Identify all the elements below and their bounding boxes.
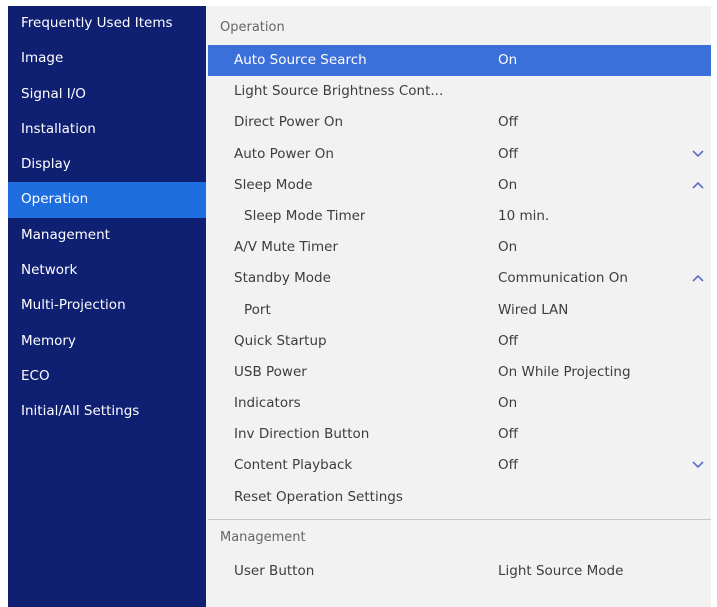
setting-row-auto-source-search[interactable]: Auto Source Search On [208,45,711,77]
setting-row-standby-mode[interactable]: Standby Mode Communication On [208,263,711,294]
sidebar-item-image[interactable]: Image [8,41,206,76]
chevron-down-icon[interactable] [692,149,704,159]
section-header-management: Management [208,518,711,556]
setting-row-usb-power[interactable]: USB Power On While Projecting [208,357,711,388]
setting-label: USB Power [234,363,307,380]
main-panel: Operation Auto Source Search On Light Sour… [208,6,711,607]
setting-row-content-playback[interactable]: Content Playback Off [208,450,711,481]
setting-row-inv-direction-button[interactable]: Inv Direction Button Off [208,419,711,450]
setting-label: Inv Direction Button [234,426,370,443]
sidebar-item-initial-all-settings[interactable]: Initial/All Settings [8,394,206,429]
setting-row-user-button[interactable]: User Button Light Source Mode [208,556,711,587]
setting-label: User Button [234,562,315,579]
setting-value: Off [498,426,518,443]
operation-settings-list: Auto Source Search On Light Source Brightn… [208,45,711,513]
setting-value: On [498,395,518,412]
setting-value: Light Source Mode [498,562,624,579]
sidebar-item-operation[interactable]: Operation [8,182,206,218]
setting-value: On [498,52,518,68]
setting-row-sleep-mode[interactable]: Sleep Mode On [208,170,711,201]
setting-row-sleep-mode-timer[interactable]: Sleep Mode Timer 10 min. [208,201,711,232]
setting-value: On [498,176,518,193]
setting-label: A/V Mute Timer [234,239,338,256]
setting-label: Content Playback [234,457,353,474]
setting-value: On [498,239,518,256]
sidebar-item-network[interactable]: Network [8,253,206,288]
setting-value: Off [498,114,518,131]
chevron-down-icon[interactable] [692,460,704,470]
sidebar-item-multi-projection[interactable]: Multi-Projection [8,288,206,323]
setting-row-port[interactable]: Port Wired LAN [208,295,711,326]
setting-label: Sleep Mode Timer [244,207,366,224]
setting-label: Reset Operation Settings [234,488,403,505]
setting-label: Auto Source Search [234,52,367,68]
settings-menu: Frequently Used Items Image Signal I/O Inst… [8,6,711,607]
sidebar: Frequently Used Items Image Signal I/O Inst… [8,6,206,607]
setting-value: Wired LAN [498,301,569,318]
setting-value: 10 min. [498,207,550,224]
setting-label: Standby Mode [234,270,331,287]
chevron-up-icon[interactable] [692,273,704,283]
setting-label: Port [244,301,271,318]
chevron-up-icon[interactable] [692,180,704,190]
setting-value: Communication On [498,270,628,287]
setting-row-reset-operation-settings[interactable]: Reset Operation Settings [208,482,711,513]
setting-label: Sleep Mode [234,176,313,193]
setting-label: Light Source Brightness Cont... [234,83,444,100]
setting-value: Off [498,145,518,162]
setting-label: Direct Power On [234,114,344,131]
sidebar-item-management[interactable]: Management [8,218,206,253]
section-header-operation: Operation [220,20,285,35]
setting-row-light-source-brightness-cont[interactable]: Light Source Brightness Cont... [208,76,711,107]
sidebar-item-eco[interactable]: ECO [8,359,206,394]
setting-row-indicators[interactable]: Indicators On [208,388,711,419]
setting-label: Quick Startup [234,332,327,349]
management-settings-list: User Button Light Source Mode [208,556,711,587]
setting-label: Indicators [234,395,301,412]
sidebar-item-display[interactable]: Display [8,147,206,182]
setting-value: Off [498,332,518,349]
setting-row-quick-startup[interactable]: Quick Startup Off [208,326,711,357]
sidebar-item-frequently-used-items[interactable]: Frequently Used Items [8,6,206,41]
setting-value: Off [498,457,518,474]
sidebar-item-memory[interactable]: Memory [8,324,206,359]
setting-label: Auto Power On [234,145,334,162]
sidebar-item-installation[interactable]: Installation [8,112,206,147]
sidebar-item-signal-i-o[interactable]: Signal I/O [8,77,206,112]
setting-row-direct-power-on[interactable]: Direct Power On Off [208,107,711,138]
setting-row-a-v-mute-timer[interactable]: A/V Mute Timer On [208,232,711,263]
setting-value: On While Projecting [498,363,631,380]
setting-row-auto-power-on[interactable]: Auto Power On Off [208,139,711,170]
